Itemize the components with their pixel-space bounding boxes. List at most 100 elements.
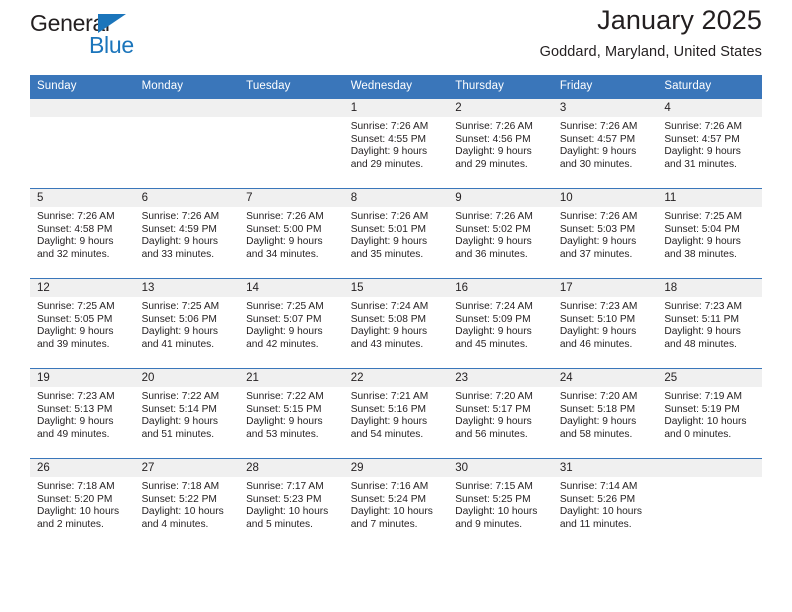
calendar-day-cell[interactable]: 1 Sunrise: 7:26 AM Sunset: 4:55 PM Daylight…: [343, 99, 449, 188]
calendar-day-cell[interactable]: 13 Sunrise: 7:25 AM Sunset: 5:06 PM Dayligh…: [134, 279, 240, 368]
daylight-text-line1: Daylight: 9 hours: [350, 236, 428, 248]
calendar-day-cell[interactable]: 19 Sunrise: 7:23 AM Sunset: 5:13 PM Dayligh…: [30, 369, 135, 458]
sunset-text: Sunset: 5:20 PM: [37, 493, 113, 505]
day-number: 12: [30, 279, 135, 297]
calendar-page: General Blue January 2025 Goddard, Maryl…: [0, 0, 792, 612]
daylight-text-line2: and 39 minutes.: [37, 338, 110, 350]
day-details: Sunrise: 7:23 AM Sunset: 5:11 PM Daylight:…: [657, 297, 762, 351]
day-details: Sunrise: 7:24 AM Sunset: 5:08 PM Daylight:…: [344, 297, 449, 351]
daylight-text-line2: and 53 minutes.: [246, 428, 319, 440]
calendar-day-cell[interactable]: 15 Sunrise: 7:24 AM Sunset: 5:08 PM Dayligh…: [343, 279, 449, 368]
daylight-text-line1: Daylight: 9 hours: [455, 236, 532, 248]
calendar-day-cell[interactable]: 29 Sunrise: 7:16 AM Sunset: 5:24 PM Dayligh…: [343, 459, 449, 548]
calendar-day-cell[interactable]: 28 Sunrise: 7:17 AM Sunset: 5:23 PM Dayligh…: [239, 459, 344, 548]
sunset-text: Sunset: 5:04 PM: [664, 223, 740, 235]
sunset-text: Sunset: 5:19 PM: [664, 403, 740, 415]
day-details: Sunrise: 7:20 AM Sunset: 5:17 PM Daylight:…: [448, 387, 553, 441]
daylight-text-line2: and 43 minutes.: [350, 338, 424, 350]
calendar-day-cell[interactable]: 21 Sunrise: 7:22 AM Sunset: 5:15 PM Dayligh…: [239, 369, 344, 458]
day-number: 24: [552, 369, 658, 387]
calendar-day-cell[interactable]: 20 Sunrise: 7:22 AM Sunset: 5:14 PM Dayligh…: [134, 369, 240, 458]
day-number: 17: [552, 279, 658, 297]
day-number: 15: [343, 279, 449, 297]
calendar-day-cell[interactable]: 2 Sunrise: 7:26 AM Sunset: 4:56 PM Daylight…: [448, 99, 553, 188]
calendar-day-cell[interactable]: 17 Sunrise: 7:23 AM Sunset: 5:10 PM Dayligh…: [552, 279, 658, 368]
calendar-day-cell-empty: [30, 99, 135, 188]
day-number: 27: [134, 459, 240, 477]
calendar-day-cell[interactable]: 5 Sunrise: 7:26 AM Sunset: 4:58 PM Daylight…: [30, 189, 135, 278]
calendar-day-cell[interactable]: 4 Sunrise: 7:26 AM Sunset: 4:57 PM Daylight…: [657, 99, 762, 188]
day-number: 28: [239, 459, 344, 477]
day-details: Sunrise: 7:22 AM Sunset: 5:14 PM Daylight:…: [135, 387, 240, 441]
daylight-text-line2: and 9 minutes.: [455, 518, 523, 530]
daylight-text-line1: Daylight: 9 hours: [37, 416, 114, 428]
daylight-text-line2: and 30 minutes.: [559, 158, 633, 170]
calendar-day-cell[interactable]: 6 Sunrise: 7:26 AM Sunset: 4:59 PM Daylight…: [134, 189, 240, 278]
day-number: [657, 459, 762, 477]
day-number: 4: [657, 99, 762, 117]
calendar-day-cell[interactable]: 10 Sunrise: 7:26 AM Sunset: 5:03 PM Dayligh…: [552, 189, 658, 278]
day-number: 9: [448, 189, 553, 207]
daylight-text-line2: and 2 minutes.: [37, 518, 104, 530]
day-number: [134, 99, 240, 117]
day-number: 11: [657, 189, 762, 207]
weekday-header-friday: Friday: [552, 75, 658, 99]
daylight-text-line1: Daylight: 10 hours: [559, 506, 642, 518]
calendar-day-cell[interactable]: 11 Sunrise: 7:25 AM Sunset: 5:04 PM Dayligh…: [657, 189, 762, 278]
page-subtitle: Goddard, Maryland, United States: [539, 44, 762, 60]
sunrise-text: Sunrise: 7:19 AM: [664, 391, 742, 402]
calendar-day-cell[interactable]: 12 Sunrise: 7:25 AM Sunset: 5:05 PM Dayligh…: [30, 279, 135, 368]
daylight-text-line2: and 11 minutes.: [559, 518, 632, 530]
day-details: Sunrise: 7:19 AM Sunset: 5:19 PM Daylight:…: [657, 387, 762, 441]
sunset-text: Sunset: 5:02 PM: [455, 223, 531, 235]
daylight-text-line1: Daylight: 10 hours: [141, 506, 224, 518]
sunrise-text: Sunrise: 7:25 AM: [664, 211, 742, 222]
logo-text-blue: Blue: [89, 32, 134, 58]
calendar-day-cell[interactable]: 30 Sunrise: 7:15 AM Sunset: 5:25 PM Dayligh…: [448, 459, 553, 548]
sunset-text: Sunset: 5:08 PM: [350, 313, 427, 325]
generalblue-logo: General Blue: [30, 12, 160, 60]
calendar-day-cell[interactable]: 7 Sunrise: 7:26 AM Sunset: 5:00 PM Daylight…: [239, 189, 344, 278]
daylight-text-line1: Daylight: 9 hours: [664, 326, 741, 338]
daylight-text-line1: Daylight: 9 hours: [559, 236, 637, 248]
calendar-day-cell[interactable]: 24 Sunrise: 7:20 AM Sunset: 5:18 PM Dayligh…: [552, 369, 658, 458]
sunset-text: Sunset: 5:24 PM: [350, 493, 427, 505]
day-details: Sunrise: 7:17 AM Sunset: 5:23 PM Daylight:…: [239, 477, 344, 531]
sunrise-text: Sunrise: 7:18 AM: [141, 481, 220, 492]
day-details: Sunrise: 7:25 AM Sunset: 5:07 PM Daylight:…: [239, 297, 344, 351]
sunrise-text: Sunrise: 7:23 AM: [37, 391, 115, 402]
sunrise-text: Sunrise: 7:26 AM: [455, 121, 533, 132]
calendar-day-cell[interactable]: 18 Sunrise: 7:23 AM Sunset: 5:11 PM Dayligh…: [657, 279, 762, 368]
daylight-text-line2: and 51 minutes.: [141, 428, 215, 440]
calendar-day-cell[interactable]: 22 Sunrise: 7:21 AM Sunset: 5:16 PM Dayligh…: [343, 369, 449, 458]
calendar-day-cell[interactable]: 16 Sunrise: 7:24 AM Sunset: 5:09 PM Dayligh…: [448, 279, 553, 368]
daylight-text-line2: and 34 minutes.: [246, 248, 319, 260]
sunrise-text: Sunrise: 7:26 AM: [350, 211, 429, 222]
sunrise-text: Sunrise: 7:26 AM: [350, 121, 429, 132]
sunrise-text: Sunrise: 7:26 AM: [246, 211, 324, 222]
calendar-day-cell[interactable]: 31 Sunrise: 7:14 AM Sunset: 5:26 PM Dayligh…: [552, 459, 658, 548]
calendar-day-cell[interactable]: 3 Sunrise: 7:26 AM Sunset: 4:57 PM Daylight…: [552, 99, 658, 188]
daylight-text-line1: Daylight: 9 hours: [455, 416, 532, 428]
day-number: 13: [134, 279, 240, 297]
sunset-text: Sunset: 4:55 PM: [350, 133, 427, 145]
sunset-text: Sunset: 5:07 PM: [246, 313, 322, 325]
sunrise-text: Sunrise: 7:16 AM: [350, 481, 429, 492]
daylight-text-line2: and 38 minutes.: [664, 248, 737, 260]
logo-triangle-icon: [98, 14, 126, 33]
calendar-day-cell-empty: [657, 459, 762, 548]
calendar-day-cell[interactable]: 9 Sunrise: 7:26 AM Sunset: 5:02 PM Daylight…: [448, 189, 553, 278]
day-details: Sunrise: 7:26 AM Sunset: 5:01 PM Daylight:…: [344, 207, 449, 261]
calendar-day-cell[interactable]: 23 Sunrise: 7:20 AM Sunset: 5:17 PM Dayligh…: [448, 369, 553, 458]
calendar-day-cell[interactable]: 14 Sunrise: 7:25 AM Sunset: 5:07 PM Dayligh…: [239, 279, 344, 368]
sunset-text: Sunset: 5:00 PM: [246, 223, 322, 235]
daylight-text-line2: and 48 minutes.: [664, 338, 737, 350]
calendar-day-cell[interactable]: 25 Sunrise: 7:19 AM Sunset: 5:19 PM Dayligh…: [657, 369, 762, 458]
daylight-text-line1: Daylight: 10 hours: [664, 416, 747, 428]
calendar-day-cell[interactable]: 26 Sunrise: 7:18 AM Sunset: 5:20 PM Dayligh…: [30, 459, 135, 548]
weekday-header-monday: Monday: [134, 75, 240, 99]
day-number: 22: [343, 369, 449, 387]
calendar-day-cell[interactable]: 27 Sunrise: 7:18 AM Sunset: 5:22 PM Dayligh…: [134, 459, 240, 548]
calendar-day-cell[interactable]: 8 Sunrise: 7:26 AM Sunset: 5:01 PM Daylight…: [343, 189, 449, 278]
sunset-text: Sunset: 4:59 PM: [141, 223, 217, 235]
